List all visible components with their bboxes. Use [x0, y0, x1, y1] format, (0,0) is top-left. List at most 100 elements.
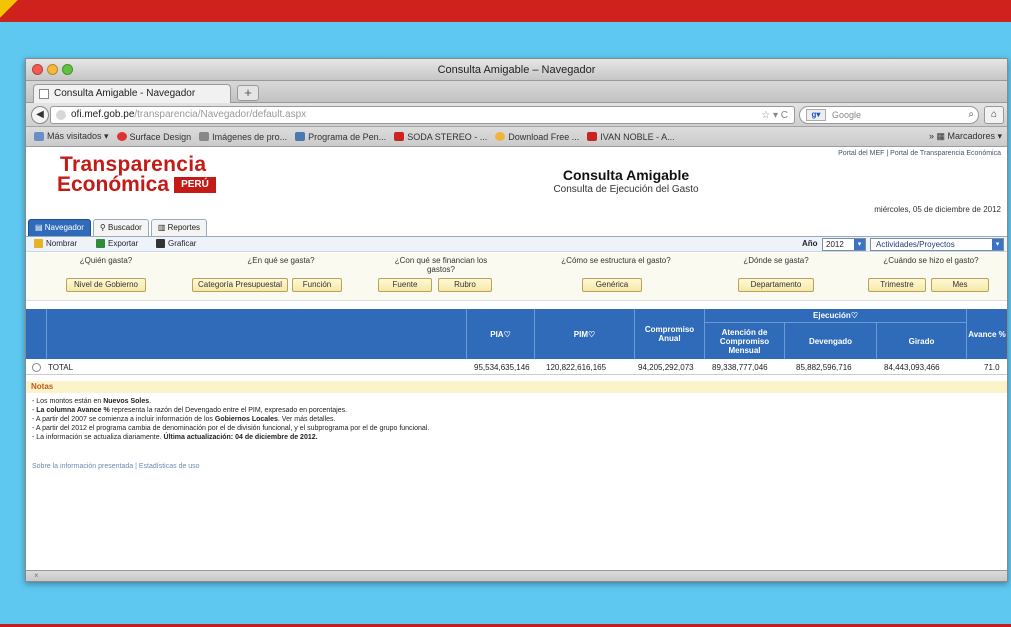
- url-host: ofi.mef.gob.pe: [71, 109, 135, 120]
- bookmark-icon: [295, 132, 306, 141]
- excel-icon: [96, 239, 105, 248]
- bookmarks-menu[interactable]: » ▦ Marcadores ▾: [929, 131, 1002, 142]
- search-icon[interactable]: ⌕: [968, 107, 974, 123]
- back-arrow-icon[interactable]: ◀: [31, 106, 49, 124]
- window-controls: [32, 64, 73, 75]
- cell-atencion: 89,338,777,046: [712, 363, 768, 372]
- zoom-window-icon[interactable]: [62, 64, 73, 75]
- note-line: - La información se actualiza diariament…: [32, 434, 318, 441]
- departamento-button[interactable]: Departamento: [738, 278, 814, 292]
- bookmark-item[interactable]: Imágenes de pro...: [199, 132, 287, 142]
- reload-icon[interactable]: ☆ ▾ C: [761, 108, 788, 124]
- tab-bar: Consulta Amigable - Navegador +: [26, 81, 1007, 103]
- header-description: [46, 309, 466, 359]
- note-line: - A partir del 2012 el programa cambia d…: [32, 425, 430, 432]
- site-identity-icon: [56, 110, 66, 120]
- header-avance[interactable]: Avance %: [966, 309, 1007, 359]
- tab-reportes[interactable]: ▥ Reportes: [150, 219, 208, 236]
- bookmark-item[interactable]: Surface Design: [116, 132, 191, 142]
- header-pia[interactable]: PIA ♡: [466, 309, 534, 359]
- chevron-down-icon: ▾: [854, 239, 865, 250]
- table-header: PIA ♡ PIM ♡ Compromiso Anual Ejecución ♡…: [26, 309, 1007, 359]
- bookmark-item[interactable]: IVAN NOBLE - A...: [587, 132, 675, 142]
- categoria-presupuestal-button[interactable]: Categoría Presupuestal: [192, 278, 288, 292]
- question-label: ¿En qué se gasta?: [247, 256, 315, 265]
- search-input[interactable]: g▾ Google ⌕: [799, 106, 979, 124]
- bookmark-icon: [587, 132, 598, 141]
- browser-tab[interactable]: Consulta Amigable - Navegador: [33, 84, 231, 103]
- window-title: Consulta Amigable – Navegador: [437, 64, 596, 76]
- page-subtitle: Consulta de Ejecución del Gasto: [553, 184, 699, 195]
- magazine-page: Consulta Amigable – Navegador Consulta A…: [0, 0, 1011, 627]
- page-favicon-icon: [39, 89, 49, 99]
- question-label: ¿Con qué se financian los gastos?: [394, 256, 488, 274]
- notes-title: Notas: [26, 381, 1007, 393]
- status-bar: ×: [26, 570, 1007, 581]
- chart-icon: [156, 239, 165, 248]
- question-label: ¿Cómo se estructura el gasto?: [561, 256, 671, 265]
- cell-pia: 95,534,635,146: [474, 363, 530, 372]
- tab-buscador[interactable]: ⚲ Buscador: [92, 219, 149, 236]
- header-devengado[interactable]: Devengado: [784, 322, 876, 359]
- header-girado[interactable]: Girado: [876, 322, 966, 359]
- bookmark-icon: [34, 132, 44, 141]
- current-date: miércoles, 05 de diciembre de 2012: [874, 205, 1001, 214]
- view-select[interactable]: Actividades/Proyectos ▾: [870, 238, 1004, 251]
- bookmark-item[interactable]: Más visitados ▾: [34, 131, 109, 142]
- question-label: ¿Cuándo se hizo el gasto?: [883, 256, 979, 265]
- navigation-bar: ◀ ofi.mef.gob.pe/transparencia/Navegador…: [26, 103, 1007, 127]
- year-select[interactable]: 2012 ▾: [822, 238, 866, 251]
- question-label: ¿Quién gasta?: [79, 256, 133, 265]
- cell-girado: 84,443,093,466: [884, 363, 940, 372]
- header-spacer: [26, 309, 46, 359]
- chevron-down-icon: ▾: [992, 239, 1003, 250]
- logo-badge: PERÚ: [174, 177, 216, 193]
- exportar-button[interactable]: Exportar: [96, 239, 138, 248]
- cell-avance: 71.0: [984, 363, 1000, 372]
- funcion-button[interactable]: Función: [292, 278, 342, 292]
- cell-devengado: 85,882,596,716: [796, 363, 852, 372]
- view-tabs: ▤ Navegador ⚲ Buscador ▥ Reportes: [28, 219, 209, 236]
- row-label: TOTAL: [48, 363, 74, 372]
- bookmark-item[interactable]: Download Free ...: [495, 132, 579, 142]
- close-window-icon[interactable]: [32, 64, 43, 75]
- address-bar[interactable]: ofi.mef.gob.pe/transparencia/Navegador/d…: [50, 106, 795, 124]
- page-top-band: [0, 0, 1011, 22]
- question-label: ¿Dónde se gasta?: [743, 256, 809, 265]
- header-ejecucion[interactable]: Ejecución ♡: [704, 309, 966, 322]
- footer-links[interactable]: Sobre la información presentada | Estadí…: [32, 463, 200, 470]
- minimize-window-icon[interactable]: [47, 64, 58, 75]
- new-tab-button[interactable]: +: [237, 85, 259, 101]
- action-bar: Nombrar Exportar Graficar Año 2012 ▾ Acti…: [26, 236, 1007, 252]
- logo-line2: Económica: [57, 173, 170, 196]
- generica-button[interactable]: Genérica: [582, 278, 642, 292]
- nivel-gobierno-button[interactable]: Nivel de Gobierno: [66, 278, 146, 292]
- notes-list: - Los montos están en Nuevos Soles. - La…: [32, 397, 429, 442]
- year-label: Año: [802, 239, 818, 248]
- rubro-button[interactable]: Rubro: [438, 278, 492, 292]
- trimestre-button[interactable]: Trimestre: [868, 278, 926, 292]
- fuente-button[interactable]: Fuente: [378, 278, 432, 292]
- top-links[interactable]: Portal del MEF | Portal de Transparencia…: [838, 150, 1001, 157]
- page-corner-accent: [0, 0, 22, 22]
- header-compromiso-anual[interactable]: Compromiso Anual: [634, 309, 704, 359]
- graficar-button[interactable]: Graficar: [156, 239, 196, 248]
- page-title: Consulta Amigable: [562, 167, 690, 183]
- bookmark-item[interactable]: SODA STEREO - ...: [394, 132, 487, 142]
- mes-button[interactable]: Mes: [931, 278, 989, 292]
- note-line: - Los montos están en Nuevos Soles.: [32, 398, 152, 405]
- table-row[interactable]: TOTAL 95,534,635,146 120,822,616,165 94,…: [26, 359, 1007, 375]
- row-radio[interactable]: [32, 363, 41, 372]
- pencil-icon: [34, 239, 43, 248]
- cell-pim: 120,822,616,165: [546, 363, 607, 372]
- bookmark-item[interactable]: Programa de Pen...: [295, 132, 386, 142]
- status-close-icon[interactable]: ×: [34, 571, 39, 580]
- search-engine-icon[interactable]: g▾: [806, 109, 826, 121]
- browser-window: Consulta Amigable – Navegador Consulta A…: [25, 58, 1008, 582]
- header-atencion[interactable]: Atención de Compromiso Mensual: [704, 322, 784, 359]
- browser-tab-label: Consulta Amigable - Navegador: [54, 88, 196, 99]
- home-icon[interactable]: ⌂: [984, 106, 1004, 124]
- tab-navegador[interactable]: ▤ Navegador: [28, 219, 91, 236]
- header-pim[interactable]: PIM ♡: [534, 309, 634, 359]
- nombrar-button[interactable]: Nombrar: [34, 239, 77, 248]
